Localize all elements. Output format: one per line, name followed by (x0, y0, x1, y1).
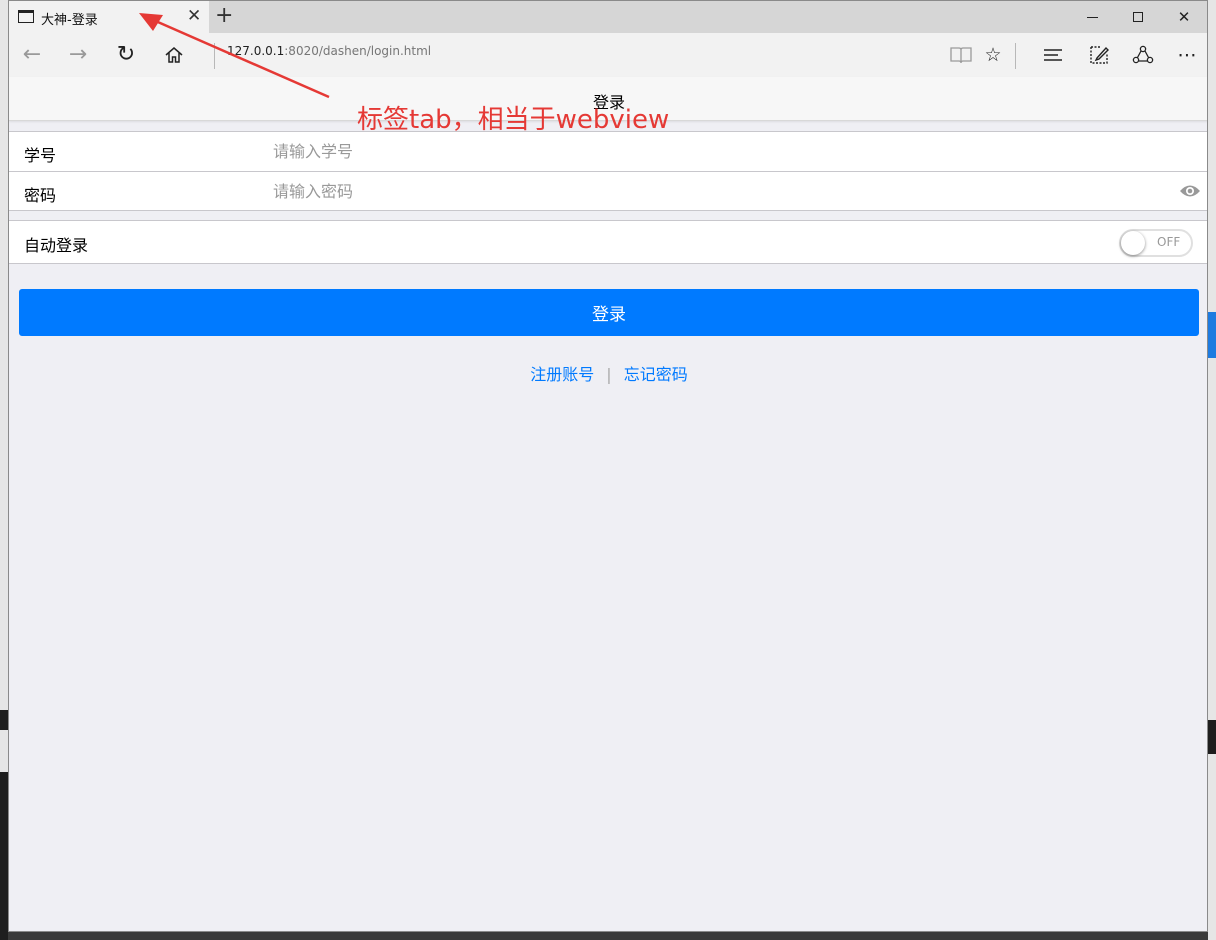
hub-button[interactable] (1039, 41, 1067, 69)
toolbar-separator (1015, 43, 1016, 69)
desktop-right-edge (1208, 0, 1216, 940)
more-icon: ⋯ (1177, 44, 1197, 66)
switch-handle (1121, 231, 1145, 255)
eye-icon[interactable] (1179, 183, 1201, 199)
minimize-icon (1086, 16, 1098, 18)
password-input[interactable] (273, 176, 1153, 206)
maximize-icon (1133, 12, 1143, 22)
hub-icon (1044, 49, 1062, 61)
tab-title: 大神-登录 (41, 13, 98, 28)
login-form: 学号 密码 (9, 131, 1207, 211)
student-id-input[interactable] (273, 136, 1153, 166)
student-id-label: 学号 (24, 146, 57, 165)
book-icon (950, 47, 972, 64)
page-icon (18, 10, 34, 23)
favorite-button[interactable]: ☆ (979, 41, 1007, 69)
reading-view-button[interactable] (947, 41, 975, 69)
share-icon (1132, 45, 1154, 64)
account-links: 注册账号 | 忘记密码 (9, 361, 1207, 385)
password-row: 密码 (9, 171, 1207, 210)
star-icon: ☆ (984, 44, 1002, 66)
switch-state-text: OFF (1157, 235, 1181, 249)
desktop-left-edge (0, 0, 8, 940)
student-id-row: 学号 (9, 132, 1207, 171)
browser-window: 大神-登录 ✕ + ✕ ← → ↻ 127.0.0.1:8020/dashen/… (8, 0, 1208, 932)
maximize-button[interactable] (1115, 1, 1161, 33)
password-label: 密码 (24, 186, 57, 205)
web-note-button[interactable] (1085, 41, 1113, 69)
share-button[interactable] (1129, 41, 1157, 69)
register-link[interactable]: 注册账号 (530, 365, 594, 384)
login-button[interactable]: 登录 (19, 289, 1199, 336)
pen-note-icon (1090, 46, 1109, 64)
auto-login-switch[interactable]: OFF (1119, 229, 1193, 257)
close-window-button[interactable]: ✕ (1161, 1, 1207, 33)
arrow-right-icon: → (68, 42, 88, 67)
annotation-label: 标签tab，相当于webview (357, 105, 670, 135)
forward-button[interactable]: → (63, 41, 93, 69)
annotation-arrow (139, 13, 330, 99)
forgot-password-link[interactable]: 忘记密码 (624, 365, 688, 384)
minimize-button[interactable] (1069, 1, 1115, 33)
auto-login-row: 自动登录 OFF (9, 221, 1207, 263)
auto-login-group: 自动登录 OFF (9, 220, 1207, 264)
auto-login-label: 自动登录 (24, 236, 89, 255)
link-divider: | (606, 365, 612, 384)
more-button[interactable]: ⋯ (1173, 41, 1201, 69)
arrow-left-icon: ← (22, 42, 42, 67)
back-button[interactable]: ← (17, 41, 47, 69)
close-icon: ✕ (1177, 8, 1191, 26)
